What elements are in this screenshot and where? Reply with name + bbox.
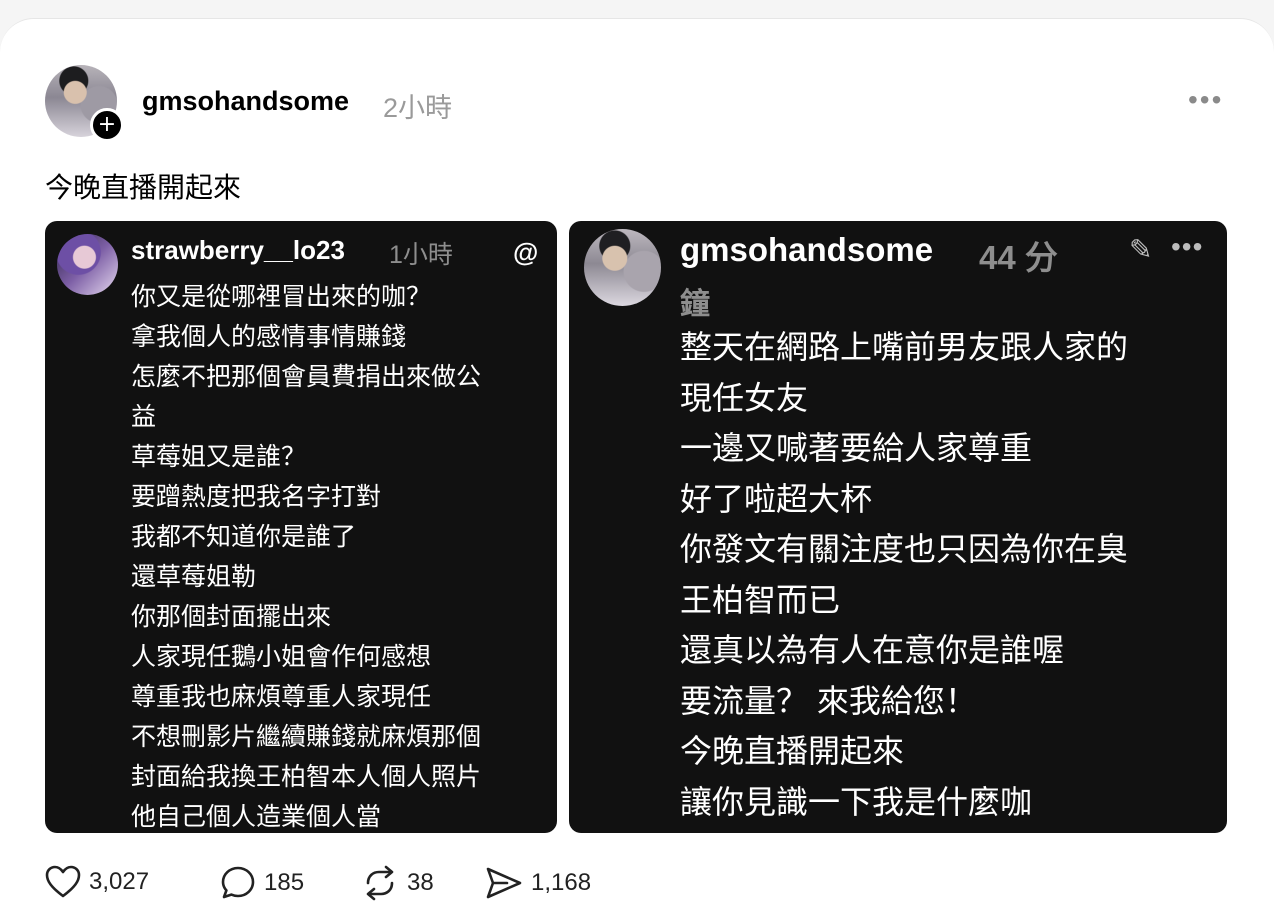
- left-line: 不想刪影片繼續賺錢就麻煩那個: [131, 723, 482, 751]
- right-line: 整天在網路上嘴前男友跟人家的: [680, 329, 1129, 365]
- like-count: 3,027: [89, 868, 150, 895]
- pencil-icon: ✎: [1129, 234, 1153, 265]
- left-line: 拿我個人的感情事情賺錢: [131, 323, 407, 351]
- left-line: 他自己個人造業個人當: [131, 803, 382, 831]
- left-line: 尊重我也麻煩尊重人家現任: [131, 683, 432, 711]
- left-line: 封面給我換王柏智本人個人照片: [131, 763, 482, 791]
- right-text-block: 整天在網路上嘴前男友跟人家的 現任女友 一邊又喊著要給人家尊重 好了啦超大杯 你…: [680, 322, 1220, 827]
- share-count: 1,168: [531, 869, 592, 896]
- author-username[interactable]: gmsohandsome: [142, 86, 349, 117]
- follow-plus-icon[interactable]: +: [90, 108, 124, 142]
- left-username: strawberry__lo23: [131, 235, 345, 265]
- left-line: 益: [131, 403, 157, 431]
- repost-icon: [366, 865, 394, 901]
- left-line: 草莓姐又是誰？: [131, 443, 307, 471]
- right-line: 還真以為有人在意你是誰喔: [680, 632, 1065, 668]
- comment-icon: [221, 866, 255, 899]
- left-avatar: [57, 234, 118, 295]
- left-timestamp: 1小時: [389, 241, 453, 269]
- more-options-icon[interactable]: •••: [1188, 86, 1223, 114]
- right-line: 要流量？ 來我給您！: [680, 682, 977, 719]
- post-timestamp: 2小時: [383, 93, 453, 123]
- left-line: 你那個封面擺出來: [131, 603, 332, 631]
- right-line: 一邊又喊著要給人家尊重: [680, 430, 1033, 466]
- right-screenshot-image[interactable]: gmsohandsome 44 分 鐘 ✎ ••• 整天在網路上嘴前男友跟人家的…: [569, 221, 1227, 833]
- left-line: 還草莓姐勒: [131, 563, 257, 591]
- share-button[interactable]: 1,168: [485, 865, 591, 901]
- right-line: 好了啦超大杯: [680, 480, 873, 517]
- right-line: 讓你見識一下我是什麼咖: [680, 783, 1033, 820]
- author-avatar[interactable]: +: [45, 65, 124, 142]
- repost-button[interactable]: 38: [361, 865, 434, 901]
- left-line: 你又是從哪裡冒出來的咖？: [131, 283, 432, 311]
- post-actions: 3,027 185 38 1,168: [45, 865, 745, 901]
- right-line: 現任女友: [680, 379, 809, 416]
- post-caption: 今晚直播開起來: [45, 172, 242, 203]
- right-avatar: [584, 229, 661, 306]
- right-username: gmsohandsome: [680, 231, 934, 268]
- comment-button[interactable]: 185: [220, 865, 304, 901]
- right-line: 你發文有關注度也只因為你在臭: [680, 531, 1129, 567]
- right-line: 今晚直播開起來: [680, 733, 905, 769]
- left-line: 我都不知道你是誰了: [131, 523, 357, 551]
- like-button[interactable]: 3,027: [45, 865, 149, 899]
- left-screenshot-image[interactable]: strawberry__lo23 1小時 @ 你又是從哪裡冒出來的咖？ 拿我個人…: [45, 221, 557, 833]
- left-line: 怎麼不把那個會員費捐出來做公: [131, 363, 482, 391]
- right-timestamp: 44 分: [979, 239, 1058, 276]
- left-text-block: 你又是從哪裡冒出來的咖？ 拿我個人的感情事情賺錢 怎麼不把那個會員費捐出來做公 …: [131, 277, 547, 837]
- more-horizontal-icon: •••: [1171, 231, 1204, 262]
- heart-icon: [45, 865, 81, 898]
- left-line: 人家現任鵝小姐會作何感想: [131, 643, 432, 671]
- comment-count: 185: [264, 869, 305, 896]
- repost-count: 38: [407, 869, 434, 896]
- threads-icon: @: [513, 237, 539, 267]
- right-timestamp-cont: 鐘: [680, 288, 710, 321]
- left-line: 要蹭熱度把我名字打對: [131, 483, 382, 511]
- send-icon: [486, 867, 522, 899]
- right-line: 王柏智而已: [680, 581, 841, 618]
